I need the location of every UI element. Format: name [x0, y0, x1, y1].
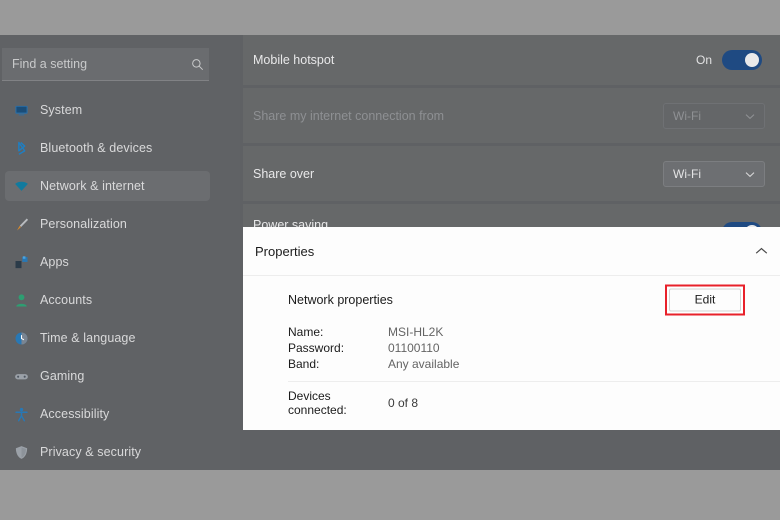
sidebar-item-personalization[interactable]: Personalization — [5, 209, 210, 239]
detail-key: Band: — [288, 357, 320, 371]
sidebar-nav: System Bluetooth & devices Network & int… — [0, 95, 240, 470]
sidebar-item-accounts[interactable]: Accounts — [5, 285, 210, 315]
accessibility-icon — [14, 405, 40, 423]
sidebar-item-apps[interactable]: Apps — [5, 247, 210, 277]
sidebar-item-label: Personalization — [40, 217, 127, 231]
devices-connected-label: Devices connected: — [288, 389, 347, 417]
sidebar-item-gaming[interactable]: Gaming — [5, 361, 210, 391]
detail-row-name: Name: MSI-HL2K — [288, 325, 780, 339]
sidebar-item-system[interactable]: System — [5, 95, 210, 125]
search-box[interactable] — [2, 48, 209, 81]
sidebar: System Bluetooth & devices — [0, 35, 240, 470]
sidebar-item-label: Gaming — [40, 369, 85, 383]
mobile-hotspot-toggle[interactable] — [722, 50, 762, 70]
shield-icon — [14, 443, 40, 461]
mobile-hotspot-toggle-label: On — [695, 53, 712, 67]
share-over-card[interactable]: Share over Wi-Fi — [243, 146, 780, 201]
share-over-title: Share over — [253, 166, 315, 181]
properties-header[interactable]: Properties — [243, 227, 780, 276]
network-details-list: Name: MSI-HL2K Password: 01100110 Band: … — [288, 323, 780, 381]
share-from-control: Wi-Fi — [663, 88, 765, 143]
chevron-down-icon — [745, 107, 755, 125]
devices-connected-value: 0 of 8 — [388, 396, 419, 410]
screen: System Bluetooth & devices — [0, 0, 780, 520]
share-from-card: Share my internet connection from Wi-Fi — [243, 88, 780, 143]
gamepad-icon — [14, 367, 40, 385]
sidebar-item-label: Network & internet — [40, 179, 145, 193]
search-icon — [185, 58, 209, 71]
paintbrush-icon — [14, 215, 40, 233]
share-from-title: Share my internet connection from — [253, 108, 445, 123]
sidebar-item-label: Bluetooth & devices — [40, 141, 153, 155]
detail-value: 01100110 — [388, 341, 440, 355]
person-icon — [14, 291, 40, 309]
page-background-top — [0, 0, 780, 35]
sidebar-item-label: Privacy & security — [40, 445, 142, 459]
sidebar-item-time-language[interactable]: Time & language — [5, 323, 210, 353]
page-background-bottom — [0, 470, 780, 520]
share-from-value: Wi-Fi — [673, 108, 701, 123]
wifi-icon — [14, 177, 40, 195]
edit-button-highlight: Edit — [665, 284, 745, 315]
sidebar-item-bluetooth-devices[interactable]: Bluetooth & devices — [5, 133, 210, 163]
detail-key: Name: — [288, 325, 324, 339]
detail-value: MSI-HL2K — [388, 325, 444, 339]
mobile-hotspot-title: Mobile hotspot — [253, 53, 335, 67]
sidebar-item-privacy-security[interactable]: Privacy & security — [5, 437, 210, 467]
properties-panel: Properties Network properties Edit Name:… — [243, 227, 780, 430]
chevron-up-icon[interactable] — [755, 242, 768, 260]
share-from-dropdown: Wi-Fi — [663, 102, 765, 129]
properties-body: Network properties Edit Name: MSI-HL2K P… — [243, 276, 780, 424]
network-properties-label: Network properties — [288, 292, 393, 307]
detail-value: Any available — [388, 357, 460, 371]
devices-connected-row: Devices connected: 0 of 8 — [288, 382, 780, 424]
sidebar-item-label: Accounts — [40, 293, 93, 307]
sidebar-item-label: System — [40, 103, 83, 117]
monitor-icon — [14, 101, 40, 119]
detail-row-band: Band: Any available — [288, 357, 780, 371]
network-properties-row: Network properties Edit — [288, 276, 780, 323]
mobile-hotspot-card[interactable]: Mobile hotspot On — [243, 35, 780, 85]
chevron-down-icon — [745, 165, 755, 183]
share-over-value: Wi-Fi — [673, 166, 701, 181]
share-over-control[interactable]: Wi-Fi — [663, 146, 765, 201]
bluetooth-icon — [14, 139, 40, 157]
edit-button[interactable]: Edit — [669, 288, 741, 311]
detail-row-password: Password: 01100110 — [288, 341, 780, 355]
mobile-hotspot-toggle-group[interactable]: On — [696, 35, 762, 85]
share-over-dropdown[interactable]: Wi-Fi — [663, 160, 765, 187]
sidebar-item-label: Apps — [40, 255, 69, 269]
apps-icon — [14, 253, 40, 271]
clock-icon — [14, 329, 40, 347]
sidebar-item-accessibility[interactable]: Accessibility — [5, 399, 210, 429]
sidebar-item-label: Time & language — [40, 331, 136, 345]
properties-title: Properties — [255, 243, 315, 259]
detail-key: Password: — [288, 341, 345, 355]
search-input[interactable] — [2, 56, 185, 72]
sidebar-item-network-internet[interactable]: Network & internet — [5, 171, 210, 201]
sidebar-item-label: Accessibility — [40, 407, 110, 421]
